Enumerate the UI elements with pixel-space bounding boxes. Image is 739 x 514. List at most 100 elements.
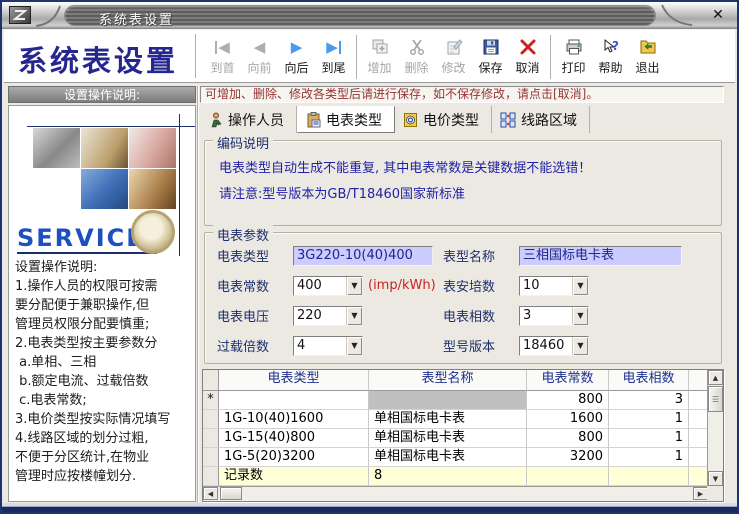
go-last-button[interactable]: ▶ 到尾: [315, 33, 352, 81]
collage-pens-image: [129, 128, 176, 168]
delete-scissors-icon: [408, 36, 426, 58]
combo-arrow-icon[interactable]: ▼: [572, 276, 588, 295]
go-next-button[interactable]: ▶ 向后: [278, 33, 315, 81]
scroll-down-icon[interactable]: ▼: [708, 471, 723, 486]
collage-watch-image: [131, 210, 175, 254]
help-button[interactable]: ? 帮助: [592, 33, 629, 81]
page-title: 系统表设置: [18, 44, 179, 78]
scroll-left-icon[interactable]: ◀: [203, 487, 218, 500]
decor-line-vertical: [179, 114, 180, 256]
exit-button[interactable]: 退出: [629, 33, 666, 81]
model-version-label: 型号版本: [443, 340, 496, 355]
column-header-model-name[interactable]: 表型名称: [369, 370, 527, 391]
unit-suffix: (imp/kWh): [368, 278, 436, 293]
overload-combo[interactable]: 4 ▼: [293, 335, 363, 356]
go-next-icon: ▶: [290, 37, 303, 56]
sidebar-panel: SERVICE 设置操作说明: 1.操作人员的权限可按需 要分配便于兼职操作,但…: [8, 105, 196, 502]
encoding-note-2: 请注意:型号版本为GB/T18460国家新标准: [219, 187, 466, 202]
table-row[interactable]: 1G-5(20)3200 单相国标电卡表 3200 1: [203, 448, 723, 467]
save-notice-bar: 可增加、删除、修改各类型后请进行保存，如不保存修改，请点击[取消]。: [200, 86, 724, 103]
print-button[interactable]: 打印: [555, 33, 592, 81]
grid-header-row: 电表类型 表型名称 电表常数 电表相数: [203, 370, 723, 391]
column-header-meter-type[interactable]: 电表类型: [219, 370, 369, 391]
decor-line-horizontal: [27, 126, 195, 127]
panel-divider: [197, 86, 199, 504]
tab-operators[interactable]: 操作人员: [200, 106, 297, 133]
grid-corner-cell: [203, 370, 219, 391]
toolbar: 系统表设置 ◀ 到首 ◀ 向前 ▶ 向后 ▶ 到尾 增加 删除 修改 保存 取消…: [4, 29, 735, 83]
voltage-combo[interactable]: 220 ▼: [293, 305, 363, 326]
grid-vertical-scrollbar[interactable]: ▲ ☰ ▼: [707, 370, 723, 486]
save-floppy-icon: [482, 36, 500, 58]
table-row[interactable]: 1G-10(40)1600 单相国标电卡表 1600 1: [203, 410, 723, 429]
grid-filler-cell: [689, 370, 707, 391]
encoding-notes-groupbox: 编码说明 电表类型自动生成不能重复, 其中电表常数是关键数据不能选错！ 请注意:…: [204, 133, 722, 226]
go-first-button: ◀ 到首: [210, 37, 235, 75]
meter-type-field[interactable]: 3G220-10(40)400: [293, 245, 433, 266]
print-icon: [565, 36, 583, 58]
model-version-combo[interactable]: 18460 ▼: [519, 335, 589, 356]
service-underline: [17, 252, 157, 254]
record-count-value: 8: [369, 467, 527, 486]
collage-pen-image: [81, 128, 128, 168]
combo-arrow-icon[interactable]: ▼: [346, 276, 362, 295]
collage-person-image: [129, 169, 176, 209]
go-previous-icon: ◀: [253, 37, 266, 56]
scroll-right-icon[interactable]: ▶: [693, 487, 708, 500]
table-row-new[interactable]: * 800 3: [203, 391, 723, 410]
add-button: 增加: [361, 33, 398, 81]
close-button[interactable]: ✕: [709, 6, 727, 24]
column-header-constant[interactable]: 电表常数: [527, 370, 609, 391]
tab-price-types[interactable]: 电价类型: [395, 106, 492, 133]
modify-button: 修改: [435, 33, 472, 81]
toolbar-buttons: ◀ 到首 ◀ 向前 ▶ 向后 ▶ 到尾 增加 删除 修改 保存 取消 打印 ? …: [204, 33, 666, 81]
scroll-up-icon[interactable]: ▲: [708, 370, 723, 385]
save-button[interactable]: 保存: [472, 33, 509, 81]
price-book-icon: [404, 112, 417, 127]
operation-instructions: 设置操作说明: 1.操作人员的权限可按需 要分配便于兼职操作,但 管理员权限分配…: [15, 260, 171, 484]
combo-arrow-icon[interactable]: ▼: [346, 306, 362, 325]
service-text: SERVICE: [17, 224, 145, 252]
combo-arrow-icon[interactable]: ▼: [572, 336, 588, 355]
overload-label: 过载倍数: [217, 340, 270, 355]
record-count-label: 记录数: [219, 467, 369, 486]
table-row[interactable]: 1G-15(40)800 单相国标电卡表 800 1: [203, 429, 723, 448]
meter-constant-combo[interactable]: 400 ▼: [293, 275, 363, 296]
toolbar-group-divider: [352, 33, 361, 81]
toolbar-group-divider: [546, 33, 555, 81]
model-name-field[interactable]: 三相国标电卡表: [519, 245, 682, 266]
tab-line-regions[interactable]: 线路区域: [492, 106, 590, 133]
app-logo-icon: [9, 6, 31, 24]
window-title: 系统表设置: [99, 13, 175, 28]
encoding-notes-title: 编码说明: [213, 133, 274, 152]
meter-constant-label: 电表常数: [217, 280, 270, 295]
combo-arrow-icon[interactable]: ▼: [346, 336, 362, 355]
go-last-icon: ▶: [326, 36, 341, 58]
collage-keyboard-image: [81, 169, 128, 209]
vertical-scroll-thumb[interactable]: ☰: [708, 386, 723, 412]
window-bottom-border: [2, 503, 737, 512]
delete-button: 删除: [398, 33, 435, 81]
phases-label: 电表相数: [443, 310, 496, 325]
clipboard-icon: [307, 111, 321, 127]
grid-horizontal-scrollbar[interactable]: ◀ ▶: [203, 486, 708, 501]
tab-strip: 操作人员 电表类型 电价类型 线路区域: [200, 106, 590, 133]
row-marker: [203, 410, 219, 429]
horizontal-scroll-thumb[interactable]: [220, 487, 242, 500]
voltage-label: 电表电压: [217, 310, 270, 325]
row-marker: [203, 429, 219, 448]
svg-text:?: ?: [612, 39, 619, 53]
phases-combo[interactable]: 3 ▼: [519, 305, 589, 326]
tab-meter-types[interactable]: 电表类型: [297, 106, 395, 133]
collage-tools-image: [33, 128, 80, 168]
column-header-phases[interactable]: 电表相数: [609, 370, 689, 391]
amperage-combo[interactable]: 10 ▼: [519, 275, 589, 296]
amperage-label: 表安培数: [443, 280, 496, 295]
meter-type-label: 电表类型: [217, 250, 270, 265]
cancel-button[interactable]: 取消: [509, 33, 546, 81]
title-bar[interactable]: 系统表设置 ✕: [2, 2, 737, 29]
add-icon: [371, 36, 389, 58]
combo-arrow-icon[interactable]: ▼: [572, 306, 588, 325]
region-boxes-icon: [500, 112, 516, 127]
scrollbar-corner: [707, 486, 723, 501]
